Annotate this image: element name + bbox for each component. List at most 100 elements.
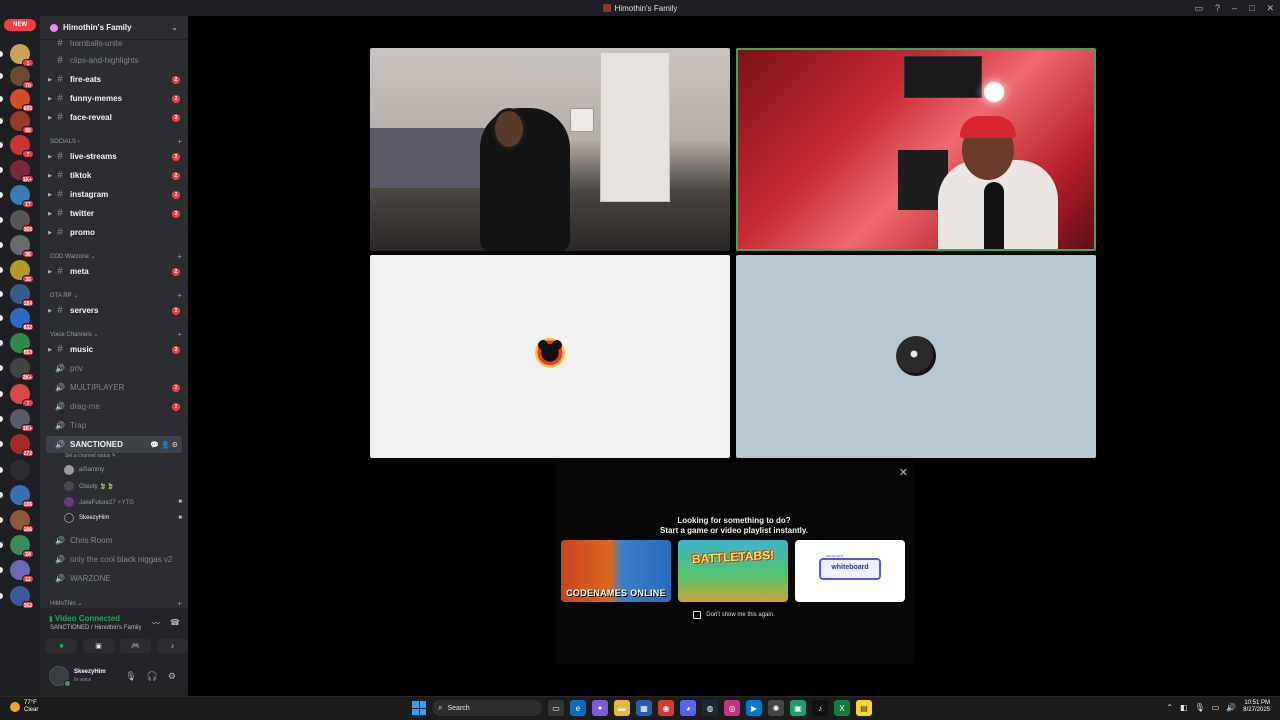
server-icon[interactable]: 166 [10,485,34,508]
channel-live-streams[interactable]: ▶ # live-streams 2 [46,148,182,165]
channel-twitter[interactable]: ▶ # twitter 2 [46,205,182,222]
maximize-button[interactable]: □ [1249,3,1254,13]
voice-channel-warzone[interactable]: 🔊 WARZONE [46,570,182,587]
sticky-notes-icon[interactable]: ▤ [856,700,872,716]
channel-funny-memes[interactable]: ▶ # funny-memes 2 [46,90,182,107]
server-icon[interactable]: 162 [10,586,34,609]
chevron-up-icon[interactable]: ⌃ [1166,703,1173,712]
server-icon[interactable]: 553 [10,333,34,356]
category-voice-channels[interactable]: Voice Channels ⌄ + [50,330,182,339]
edge-icon[interactable]: e [570,700,586,716]
video-tile[interactable] [370,48,730,251]
discord-icon[interactable]: ◕ [680,700,696,716]
checkbox-icon[interactable] [693,611,702,619]
channel-music[interactable]: ▶ # music 2 [46,341,182,358]
activity-card-whiteboard[interactable]: Jamspace whiteboard [795,540,905,602]
gear-icon[interactable]: ⚙ [168,671,176,682]
channel-tiktok[interactable]: ▶ # tiktok 2 [46,167,182,184]
server-icon[interactable]: 1 [10,44,34,67]
camera-button[interactable]: ■ [46,639,77,653]
dont-show-again-checkbox[interactable]: Don't show me this again. [554,611,914,619]
voice-channel-sanctioned[interactable]: 🔊 SANCTIONED 💬👤⚙ [46,436,182,453]
add-channel-icon[interactable]: + [177,252,182,261]
category-socials[interactable]: SOCIALS › + [50,137,182,146]
channel-servers[interactable]: ▶ # servers 2 [46,302,182,319]
server-icon[interactable]: 1K+ [10,160,34,183]
weather-widget[interactable]: 77°F Clear [10,700,38,714]
store-icon[interactable]: ▦ [636,700,652,716]
app-icon[interactable]: ▣ [790,700,806,716]
activity-button[interactable]: 🎮 [120,639,151,653]
copilot-icon[interactable]: ✦ [592,700,608,716]
server-icon[interactable]: 7 [10,135,34,158]
server-icon[interactable] [10,460,30,480]
activity-card-battletabs[interactable]: BATTLETABS! [678,540,788,602]
soundboard-button[interactable]: ♪ [157,639,188,653]
server-icon[interactable]: 832 [10,308,34,331]
server-icon[interactable]: 24 [10,535,34,558]
server-icon[interactable]: 365 [10,210,34,233]
minimize-button[interactable]: – [1232,3,1237,13]
channel-hornballs-unite[interactable]: # hornballs-unite [46,35,182,52]
channel-meta[interactable]: ▶ # meta 2 [46,263,182,280]
channel-promo[interactable]: ▶ # promo [46,224,182,241]
voice-user[interactable]: JakeFuture27 ⚡YTG ■ [64,495,182,509]
file-explorer-icon[interactable]: ▬ [614,700,630,716]
microphone-icon[interactable]: 🎙 [1195,703,1205,712]
display-icon[interactable]: ▭ [1212,703,1220,712]
channel-fire-eats[interactable]: ▶ # fire-eats 2 [46,71,182,88]
windows-start-icon[interactable] [412,701,426,715]
voice-user[interactable]: aiSammy [64,463,182,477]
taskbar-search[interactable]: ⌕ Search [432,700,542,716]
voice-status[interactable]: ▮ Video Connected [49,614,120,623]
voice-channel-chris-room[interactable]: 🔊 Chris Room [46,532,182,549]
voice-user[interactable]: SkeezyHim ■ [64,511,182,525]
video-tile-speaking[interactable] [736,48,1096,251]
server-icon[interactable]: 184 [10,284,34,307]
voice-channel-priv[interactable]: 🔊 priv [46,360,182,377]
add-channel-icon[interactable]: + [177,137,182,146]
channel-instagram[interactable]: ▶ # instagram 2 [46,186,182,203]
headphones-icon[interactable]: 🎧 [147,671,158,682]
chevron-down-icon[interactable]: ⌄ [171,23,178,32]
category-cod-warzone[interactable]: COD Warzone ⌄ + [50,252,182,261]
voice-channel-cool-v2[interactable]: 🔊 only the cool black niggas v2 [46,551,182,568]
excel-icon[interactable]: X [834,700,850,716]
noise-suppression-icon[interactable]: 〰 [152,618,160,629]
participant-tile[interactable] [370,255,730,458]
channel-clips-and-highlights[interactable]: # clips-and-highlights [46,52,182,69]
screen-share-button[interactable]: ▣ [83,639,114,653]
help-icon[interactable]: ? [1215,3,1220,13]
task-view-icon[interactable]: ▭ [548,700,564,716]
network-icon[interactable]: ◧ [1180,703,1188,712]
category-himothin[interactable]: HiMoThin ⌄ + [50,599,182,608]
volume-icon[interactable]: 🔊 [1226,703,1236,712]
new-unreads-pill[interactable]: NEW [4,19,36,31]
close-button[interactable]: ✕ [1266,3,1274,14]
add-channel-icon[interactable]: + [177,291,182,300]
channel-actions-icons[interactable]: 💬👤⚙ [150,441,180,449]
voice-user[interactable]: Cloudy 🍃🍃 [64,479,182,493]
chatgpt-icon[interactable]: ✺ [768,700,784,716]
server-icon[interactable]: 17 [10,185,34,208]
server-icon[interactable]: 106 [10,510,34,533]
server-icon[interactable]: 7 [10,384,34,407]
server-icon[interactable]: 12 [10,560,34,583]
server-icon[interactable]: 272 [10,434,34,457]
voice-location[interactable]: SANCTIONED / Himothin's Family [50,625,142,631]
server-icon[interactable]: 80 [10,111,34,134]
add-channel-icon[interactable]: + [177,330,182,339]
disconnect-icon[interactable]: ☎ [170,618,180,629]
activity-card-codenames[interactable]: CODENAMES ONLINE [561,540,671,602]
microphone-icon[interactable]: 🎙 [125,671,136,682]
server-icon[interactable]: 70 [10,66,34,89]
inbox-icon[interactable]: ▭ [1194,3,1203,14]
tiktok-icon[interactable]: ♪ [812,700,828,716]
server-icon[interactable]: 2K+ [10,358,34,381]
voice-channel-trap[interactable]: 🔊 Trap [46,417,182,434]
add-channel-icon[interactable]: + [177,599,182,608]
app-icon[interactable]: ▶ [746,700,762,716]
server-icon[interactable]: 35 [10,260,34,283]
server-icon[interactable]: 665 [10,89,34,112]
channel-face-reveal[interactable]: ▶ # face-reveal 2 [46,109,182,126]
